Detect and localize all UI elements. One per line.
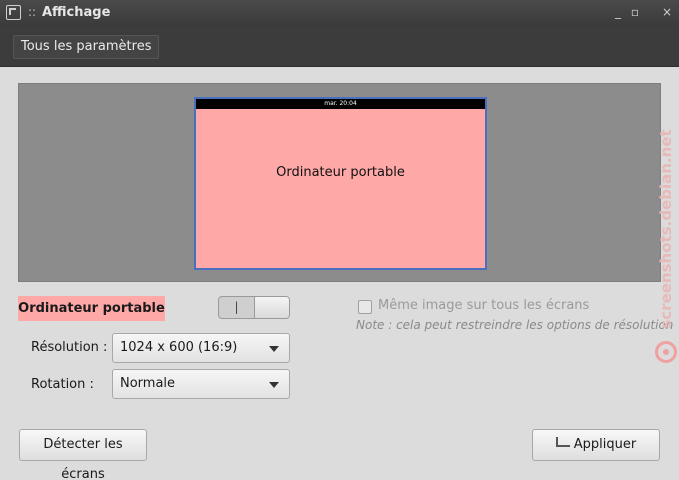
rotation-value: Normale xyxy=(120,376,176,391)
monitor-preview[interactable]: mar. 20:04 Ordinateur portable xyxy=(194,97,487,270)
watermark: screenshots.debian.net xyxy=(656,126,676,332)
detect-displays-button[interactable]: Détecter les écrans xyxy=(19,429,147,480)
switch-on-glyph: | xyxy=(234,300,239,314)
mirror-label: Même image sur tous les écrans xyxy=(378,298,590,313)
toolbar: Tous les paramètres xyxy=(0,27,679,67)
app-icon[interactable] xyxy=(6,5,21,20)
minimize-icon[interactable]: _ xyxy=(610,4,626,20)
resolution-select[interactable]: 1024 x 600 (16:9) xyxy=(112,333,290,363)
resolution-label: Résolution : xyxy=(31,340,108,355)
resolution-value: 1024 x 600 (16:9) xyxy=(120,340,238,355)
all-settings-button[interactable]: Tous les paramètres xyxy=(13,35,160,59)
detect-displays-label: Détecter les écrans xyxy=(43,437,123,480)
rotation-label: Rotation : xyxy=(31,377,94,392)
apply-label: Appliquer xyxy=(573,437,637,452)
switch-knob[interactable] xyxy=(254,297,289,318)
output-power-switch[interactable]: | xyxy=(218,296,290,319)
debian-logo-icon xyxy=(655,341,677,363)
monitor-arrangement-area[interactable]: mar. 20:04 Ordinateur portable xyxy=(18,83,661,282)
window-title: Affichage xyxy=(42,5,111,20)
chevron-down-icon xyxy=(269,346,279,352)
apply-icon xyxy=(555,437,570,447)
mirror-checkbox[interactable] xyxy=(358,300,372,314)
title-bar: :: Affichage _ ▫ × xyxy=(0,0,679,27)
monitor-label: Ordinateur portable xyxy=(276,165,405,180)
watermark-text: screenshots.debian.net xyxy=(657,129,675,329)
chevron-down-icon xyxy=(269,382,279,388)
resolution-note: Note : cela peut restreindre les options… xyxy=(356,318,674,332)
display-panel: mar. 20:04 Ordinateur portable Ordinateu… xyxy=(0,68,679,480)
apply-button[interactable]: Appliquer xyxy=(532,429,660,461)
output-name-label: Ordinateur portable xyxy=(18,296,165,321)
rotation-select[interactable]: Normale xyxy=(112,369,290,399)
title-separator: :: xyxy=(28,5,37,19)
maximize-icon[interactable]: ▫ xyxy=(627,4,643,20)
close-icon[interactable]: × xyxy=(659,4,675,20)
monitor-topbar: mar. 20:04 xyxy=(196,99,485,109)
